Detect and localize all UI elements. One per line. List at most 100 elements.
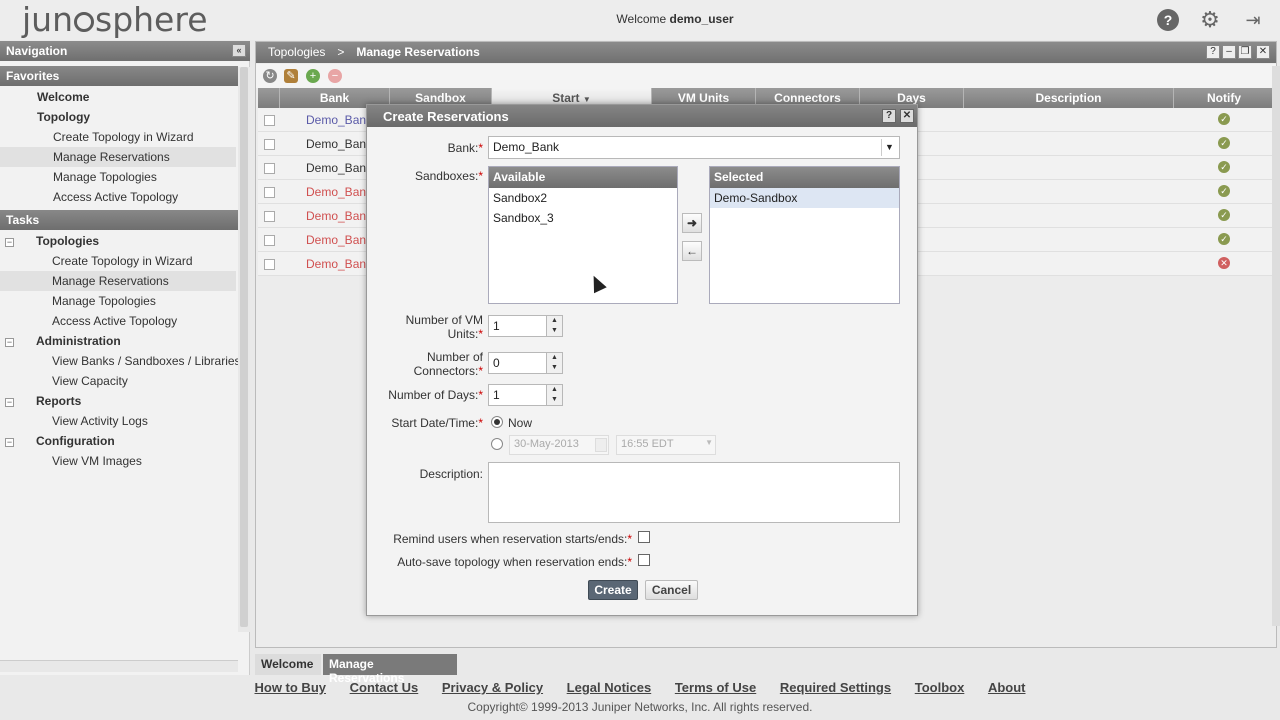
tab-manage-reservations[interactable]: Manage Reservations	[323, 654, 457, 685]
scrollbar-thumb[interactable]	[240, 67, 248, 627]
panel-help-button[interactable]: ?	[1206, 45, 1220, 59]
start-time-select[interactable]: 16:55 EDT ▼	[616, 435, 716, 455]
days-input[interactable]: 1	[488, 384, 548, 406]
vm-units-input[interactable]: 1	[488, 315, 548, 337]
chevron-down-icon[interactable]: ▼	[705, 438, 713, 447]
connectors-stepper[interactable]: ▲ ▼	[546, 352, 563, 374]
selected-item-demo-sandbox[interactable]: Demo-Sandbox	[710, 188, 899, 208]
start-later-radio[interactable]	[491, 438, 503, 450]
collapse-topologies-icon[interactable]: −	[5, 238, 14, 247]
panel-close-button[interactable]: ✕	[1256, 45, 1270, 59]
notify-ok-icon: ✓	[1218, 185, 1230, 197]
available-item-sandbox2[interactable]: Sandbox2	[489, 188, 677, 208]
favorites-item-topology[interactable]: Topology	[37, 110, 90, 124]
connectors-label-line2: Connectors:	[413, 364, 479, 378]
collapse-administration-icon[interactable]: −	[5, 338, 14, 347]
tasks-item-access-active-topology[interactable]: Access Active Topology	[52, 314, 177, 328]
column-description[interactable]: Description	[964, 88, 1174, 108]
left-horizontal-scrollbar[interactable]	[0, 660, 238, 672]
connectors-input[interactable]: 0	[488, 352, 548, 374]
tasks-group-configuration[interactable]: Configuration	[36, 434, 115, 448]
start-now-radio[interactable]	[491, 416, 503, 428]
row-checkbox[interactable]	[264, 115, 275, 126]
tasks-item-view-capacity[interactable]: View Capacity	[52, 374, 128, 388]
footer-link-contact-us[interactable]: Contact Us	[350, 680, 419, 695]
cancel-button[interactable]: Cancel	[645, 580, 698, 600]
available-item-sandbox3[interactable]: Sandbox_3	[489, 208, 677, 228]
chevron-down-icon[interactable]: ▼	[881, 139, 897, 156]
tasks-group-topologies[interactable]: Topologies	[36, 234, 99, 248]
gear-icon[interactable]: ⚙	[1199, 9, 1221, 31]
remind-users-checkbox[interactable]	[638, 531, 650, 543]
create-button[interactable]: Create	[588, 580, 638, 600]
chevron-down-icon[interactable]: ▼	[547, 395, 562, 405]
days-label-text: Number of Days:	[388, 388, 479, 402]
tab-welcome[interactable]: Welcome	[255, 654, 321, 675]
footer-link-how-to-buy[interactable]: How to Buy	[255, 680, 327, 695]
vm-units-stepper[interactable]: ▲ ▼	[546, 315, 563, 337]
tasks-header[interactable]: Tasks	[0, 210, 238, 230]
sandboxes-label-text: Sandboxes:	[414, 169, 479, 183]
collapse-panel-button[interactable]: «	[232, 44, 246, 57]
footer-link-required-settings[interactable]: Required Settings	[780, 680, 891, 695]
move-left-arrow-icon[interactable]: ←	[682, 241, 702, 261]
panel-restore-button[interactable]: ❐	[1238, 45, 1252, 59]
row-checkbox[interactable]	[264, 259, 275, 270]
breadcrumb-root[interactable]: Topologies	[268, 45, 325, 59]
tasks-item-view-vm-images[interactable]: View VM Images	[52, 454, 142, 468]
tasks-item-manage-reservations[interactable]: Manage Reservations	[52, 274, 169, 288]
auto-save-checkbox[interactable]	[638, 554, 650, 566]
favorites-item-welcome[interactable]: Welcome	[37, 90, 89, 104]
collapse-configuration-icon[interactable]: −	[5, 438, 14, 447]
footer-link-toolbox[interactable]: Toolbox	[915, 680, 965, 695]
required-marker: *	[478, 364, 483, 378]
available-header: Available	[489, 167, 677, 188]
tasks-group-reports[interactable]: Reports	[36, 394, 81, 408]
left-vertical-scrollbar[interactable]	[238, 67, 250, 632]
footer-link-about[interactable]: About	[988, 680, 1026, 695]
tasks-item-view-banks[interactable]: View Banks / Sandboxes / Libraries	[52, 354, 241, 368]
footer-link-privacy[interactable]: Privacy & Policy	[442, 680, 543, 695]
chevron-up-icon[interactable]: ▲	[547, 316, 562, 326]
delete-reservation-icon[interactable]: −	[328, 69, 342, 83]
chevron-down-icon[interactable]: ▼	[547, 326, 562, 336]
move-right-arrow-icon[interactable]: ➜	[682, 213, 702, 233]
row-checkbox[interactable]	[264, 139, 275, 150]
column-notify[interactable]: Notify	[1174, 88, 1274, 108]
tasks-item-view-activity-logs[interactable]: View Activity Logs	[52, 414, 148, 428]
chevron-down-icon[interactable]: ▼	[547, 363, 562, 373]
row-checkbox[interactable]	[264, 163, 275, 174]
start-date-input[interactable]: 30-May-2013	[509, 435, 609, 455]
row-checkbox[interactable]	[264, 211, 275, 222]
help-icon[interactable]: ?	[1157, 9, 1179, 31]
tasks-item-create-topology[interactable]: Create Topology in Wizard	[52, 254, 193, 268]
favorites-item-create-topology[interactable]: Create Topology in Wizard	[53, 130, 194, 144]
favorites-item-manage-reservations[interactable]: Manage Reservations	[53, 150, 170, 164]
vm-units-label-line2: Units:	[447, 327, 479, 341]
bank-select[interactable]: Demo_Bank ▼	[488, 136, 900, 159]
favorites-header[interactable]: Favorites	[0, 66, 238, 86]
favorites-item-manage-topologies[interactable]: Manage Topologies	[53, 170, 157, 184]
calendar-icon[interactable]	[595, 438, 607, 452]
grid-toolbar: ↻ ✎ + −	[256, 64, 1276, 88]
collapse-reports-icon[interactable]: −	[5, 398, 14, 407]
panel-minimize-button[interactable]: –	[1222, 45, 1236, 59]
tasks-item-manage-topologies[interactable]: Manage Topologies	[52, 294, 156, 308]
refresh-icon[interactable]: ↻	[263, 69, 277, 83]
row-checkbox[interactable]	[264, 187, 275, 198]
right-scrollbar[interactable]	[1272, 66, 1280, 626]
add-reservation-icon[interactable]: +	[306, 69, 320, 83]
edit-reservation-icon[interactable]: ✎	[284, 69, 298, 83]
chevron-up-icon[interactable]: ▲	[547, 385, 562, 395]
footer-link-terms[interactable]: Terms of Use	[675, 680, 756, 695]
dialog-help-button[interactable]: ?	[882, 109, 896, 123]
days-stepper[interactable]: ▲ ▼	[546, 384, 563, 406]
row-checkbox[interactable]	[264, 235, 275, 246]
logout-icon[interactable]: ⇥	[1242, 9, 1264, 31]
description-textarea[interactable]	[488, 462, 900, 523]
dialog-close-button[interactable]: ✕	[900, 109, 914, 123]
footer-link-legal[interactable]: Legal Notices	[567, 680, 652, 695]
tasks-group-administration[interactable]: Administration	[36, 334, 121, 348]
chevron-up-icon[interactable]: ▲	[547, 353, 562, 363]
favorites-item-access-active-topology[interactable]: Access Active Topology	[53, 190, 178, 204]
